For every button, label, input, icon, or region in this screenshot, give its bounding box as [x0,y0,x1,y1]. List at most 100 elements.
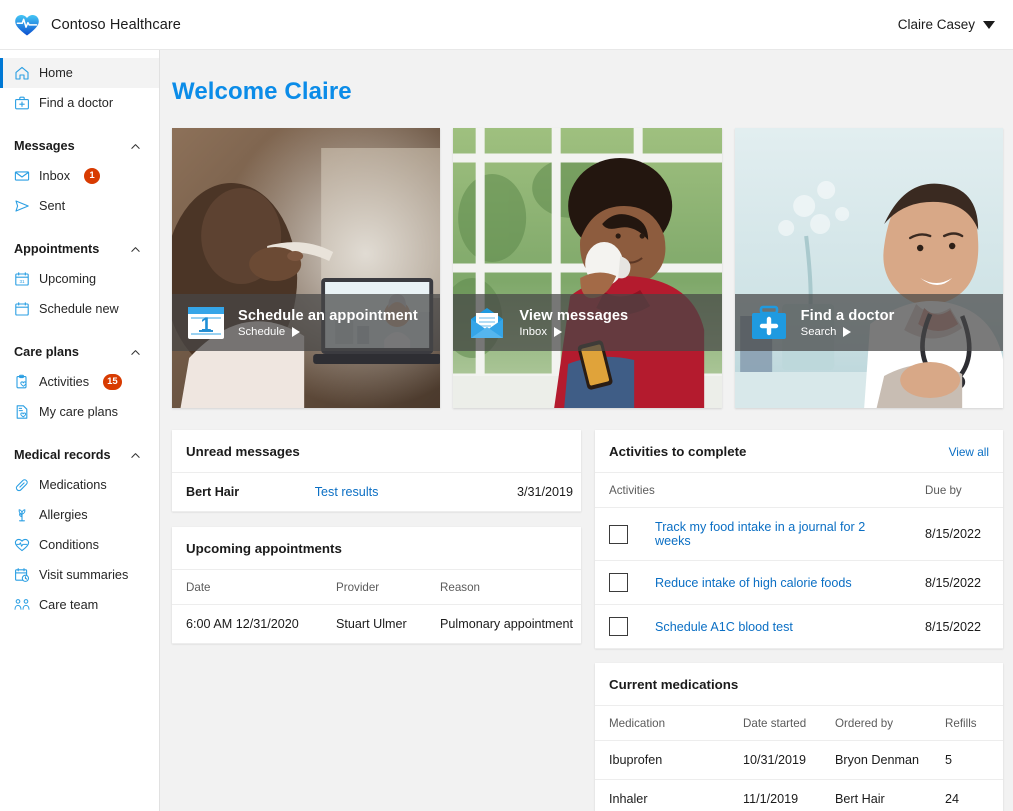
medication-date-started: 10/31/2019 [729,740,821,780]
sidebar-item-label: My care plans [39,405,118,419]
medications-table: Medication Date started Ordered by Refil… [595,706,1003,811]
medical-bag-icon [15,96,29,110]
sidebar-item-activities[interactable]: Activities 15 [0,367,159,397]
woman-with-phone-photo [453,128,722,408]
table-row[interactable]: Inhaler 11/1/2019 Bert Hair 24 [595,779,1003,811]
column-header-date-started: Date started [729,706,821,741]
activity-checkbox[interactable] [609,573,628,592]
medication-date-started: 11/1/2019 [729,779,821,811]
current-medications-panel: Current medications Medication Date star… [595,663,1003,811]
sidebar-item-my-care-plans[interactable]: My care plans [0,397,159,427]
message-subject-cell: Test results [300,473,448,512]
hero-card-overlay: 1 Schedule an appointment Schedule [172,294,441,351]
brand-area[interactable]: Contoso Healthcare [14,13,181,37]
medication-name: Inhaler [595,779,729,811]
view-all-link[interactable]: View all [949,445,989,459]
activities-count-badge: 15 [103,374,122,390]
column-header-ordered-by: Ordered by [821,706,931,741]
sidebar-group-medical-records[interactable]: Medical records [0,440,159,470]
unread-messages-panel: Unread messages Bert Hair Test results 3… [172,430,581,512]
sidebar-item-find-a-doctor[interactable]: Find a doctor [0,88,159,118]
activity-checkbox[interactable] [609,524,628,544]
column-header-medication: Medication [595,706,729,741]
caret-down-icon [983,20,995,29]
allergy-plant-icon [18,509,26,522]
activity-link[interactable]: Schedule A1C blood test [655,620,793,634]
activities-table: Activities Due by Track my food intake i… [595,473,1003,649]
activity-link[interactable]: Track my food intake in a journal for 2 … [655,520,865,548]
appointment-date: 6:00 AM 12/31/2020 [172,604,322,644]
sidebar-item-label: Home [39,66,73,80]
triangle-right-icon [553,326,562,337]
sidebar-group-messages[interactable]: Messages [0,131,159,161]
sidebar-item-home[interactable]: Home [0,58,159,88]
sidebar-item-sent[interactable]: Sent [0,191,159,221]
table-row[interactable]: Schedule A1C blood test 8/15/2022 [595,604,1003,649]
sidebar-item-visit-summaries[interactable]: Visit summaries [0,560,159,590]
user-menu[interactable]: Claire Casey [898,17,995,32]
sidebar-item-inbox[interactable]: Inbox 1 [0,161,159,191]
hero-card-view-messages[interactable]: View messages Inbox [453,128,722,408]
calendar-clock-icon [15,568,30,582]
sidebar-item-label: Sent [39,199,66,213]
medications-header: Current medications [595,663,1003,706]
hero-card-title: Find a doctor [800,307,895,324]
sidebar-item-label: Visit summaries [39,568,129,582]
table-row[interactable]: Track my food intake in a journal for 2 … [595,507,1003,561]
medical-bag-icon [751,305,786,339]
activity-link[interactable]: Reduce intake of high calorie foods [655,576,852,590]
panel-title: Unread messages [186,444,300,459]
sidebar-item-label: Medications [39,478,107,492]
message-subject-link[interactable]: Test results [315,485,379,499]
telehealth-photo [172,128,441,408]
activity-checkbox[interactable] [609,617,628,636]
sidebar-group-label: Medical records [14,448,111,462]
sidebar-item-schedule-new[interactable]: Schedule new [0,294,159,324]
hero-card-overlay: Find a doctor Search [734,294,1003,351]
page-title: Welcome Claire [172,78,352,105]
chevron-up-icon [131,452,140,458]
hero-card-subtitle: Search [801,326,895,338]
calendar-day-icon: 31 [15,272,29,286]
sidebar-item-label: Upcoming [39,272,97,286]
sidebar-item-label: Allergies [39,508,88,522]
sidebar-item-label: Inbox [39,169,71,183]
document-heart-icon [16,405,28,419]
table-row[interactable]: Bert Hair Test results 3/31/2019 [172,473,581,512]
triangle-right-icon [843,326,852,337]
appointment-reason: Pulmonary appointment [426,604,581,644]
column-header-date: Date [172,570,322,605]
sidebar-item-conditions[interactable]: Conditions [0,530,159,560]
sidebar-navigation: Home Find a doctor Messages Inbox 1 Sent… [0,50,160,811]
hero-card-title: Schedule an appointment [238,307,418,324]
table-row[interactable]: 6:00 AM 12/31/2020 Stuart Ulmer Pulmonar… [172,604,581,644]
sidebar-item-care-team[interactable]: Care team [0,590,159,620]
activity-checkbox-cell [595,560,641,605]
appointment-provider: Stuart Ulmer [322,604,426,644]
sidebar-group-appointments[interactable]: Appointments [0,234,159,264]
hero-card-overlay: View messages Inbox [453,294,722,351]
sidebar-item-upcoming[interactable]: 31 Upcoming [0,264,159,294]
sidebar-item-allergies[interactable]: Allergies [0,500,159,530]
sidebar-group-care-plans[interactable]: Care plans [0,337,159,367]
activity-due-date: 8/15/2022 [911,507,1003,561]
message-date: 3/31/2019 [447,473,581,512]
brand-name: Contoso Healthcare [51,16,181,33]
sidebar-item-label: Care team [39,598,99,612]
table-row[interactable]: Reduce intake of high calorie foods 8/15… [595,560,1003,605]
activity-due-date: 8/15/2022 [911,604,1003,649]
hero-card-subtitle-text: Inbox [519,325,547,338]
hero-card-subtitle: Inbox [519,326,628,338]
hero-card-schedule-appointment[interactable]: 1 Schedule an appointment Schedule [172,128,441,408]
sidebar-item-medications[interactable]: Medications [0,470,159,500]
activities-header: Activities to complete View all [595,430,1003,473]
sidebar-group-label: Care plans [14,345,79,359]
hero-card-subtitle-text: Search [800,325,837,338]
send-icon [15,200,29,212]
clipboard-heart-icon [16,374,27,389]
table-row[interactable]: Ibuprofen 10/31/2019 Bryon Denman 5 [595,740,1003,780]
hero-card-find-a-doctor[interactable]: Find a doctor Search [734,128,1003,408]
activity-due-date: 8/15/2022 [911,560,1003,605]
main-content: Welcome Claire 1 Schedule an appointment… [160,50,1013,811]
home-icon [15,66,29,80]
